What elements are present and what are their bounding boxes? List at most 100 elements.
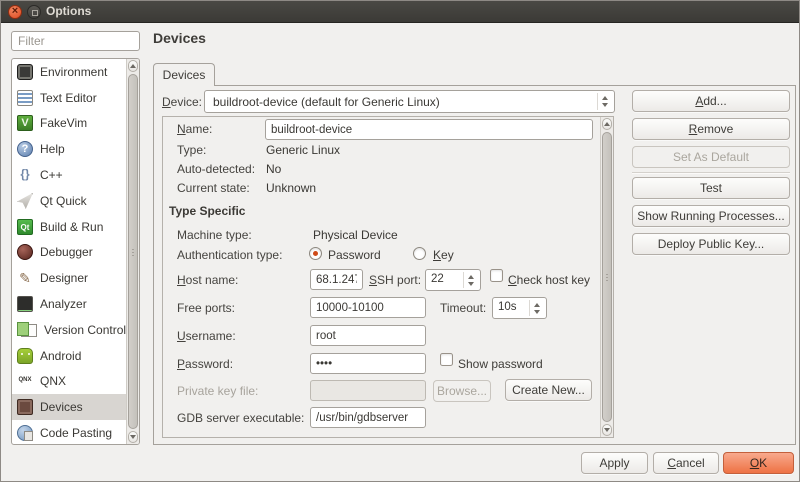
sidebar-item-code-pasting[interactable]: Code Pasting <box>12 420 128 445</box>
version-control-icon <box>21 324 37 337</box>
sidebar-item-label: QNX <box>40 374 66 388</box>
sidebar-item-label: Analyzer <box>40 297 87 311</box>
close-icon[interactable] <box>8 5 22 19</box>
cancel-button[interactable]: Cancel <box>653 452 719 474</box>
sidebar-item-label: FakeVim <box>40 116 87 130</box>
sidebar-item-label: Code Pasting <box>40 426 112 440</box>
sidebar-item-environment[interactable]: Environment <box>12 59 128 85</box>
authentication-type-label: Authentication type: <box>177 248 282 262</box>
add-button[interactable]: Add... <box>632 90 790 112</box>
apply-button[interactable]: Apply <box>581 452 648 474</box>
check-host-key-label[interactable]: Check host key <box>508 273 590 287</box>
timeout-spinbox[interactable]: 10s <box>492 297 547 319</box>
create-new-button[interactable]: Create New... <box>505 379 592 401</box>
device-combobox-value: buildroot-device (default for Generic Li… <box>213 95 440 109</box>
sidebar-item-build-run[interactable]: Build & Run <box>12 214 128 240</box>
titlebar[interactable]: Options <box>1 1 799 23</box>
sidebar-item-devices[interactable]: Devices <box>12 394 128 420</box>
sidebar-item-designer[interactable]: Designer <box>12 265 128 291</box>
deploy-public-key-button[interactable]: Deploy Public Key... <box>632 233 790 255</box>
sidebar-item-qt-quick[interactable]: Qt Quick <box>12 188 128 214</box>
qnx-icon <box>17 373 33 389</box>
help-icon <box>17 141 33 157</box>
scroll-down-icon[interactable] <box>602 424 612 436</box>
auto-detected-value: No <box>266 162 281 176</box>
sidebar-item-debugger[interactable]: Debugger <box>12 240 128 266</box>
cpp-icon <box>17 167 33 183</box>
scrollbar-thumb[interactable] <box>602 132 612 422</box>
username-input[interactable] <box>310 325 426 346</box>
ok-button[interactable]: OK <box>723 452 794 474</box>
sidebar-item-qnx[interactable]: QNX <box>12 369 128 395</box>
free-ports-input[interactable] <box>310 297 426 318</box>
host-name-label: Host name: <box>177 273 238 287</box>
window-title: Options <box>46 4 91 18</box>
sidebar-item-label: Text Editor <box>40 91 97 105</box>
maximize-icon[interactable] <box>27 5 41 19</box>
details-scrollbar[interactable] <box>600 117 613 437</box>
sidebar-item-analyzer[interactable]: Analyzer <box>12 291 128 317</box>
password-radio-label[interactable]: Password <box>328 248 381 262</box>
options-dialog: Options Devices Environment Text Editor Fa… <box>0 0 800 482</box>
category-items: Environment Text Editor FakeVim Help C++ Qt Q… <box>12 59 139 445</box>
designer-icon <box>17 270 33 286</box>
sidebar-item-text-editor[interactable]: Text Editor <box>12 85 128 111</box>
remove-button[interactable]: Remove <box>632 118 790 140</box>
environment-icon <box>17 64 33 80</box>
sidebar-item-help[interactable]: Help <box>12 136 128 162</box>
analyzer-icon <box>17 296 33 312</box>
sidebar-item-label: Version Control <box>44 323 126 337</box>
text-editor-icon <box>17 90 33 106</box>
device-label: Device: <box>162 95 202 109</box>
sidebar-item-label: C++ <box>40 168 63 182</box>
password-input[interactable] <box>310 353 426 374</box>
device-combobox[interactable]: buildroot-device (default for Generic Li… <box>204 90 615 113</box>
filter-input[interactable] <box>11 31 140 51</box>
sidebar-item-label: Devices <box>40 400 83 414</box>
ssh-port-label: SSH port: <box>369 273 421 287</box>
sidebar-item-c[interactable]: C++ <box>12 162 128 188</box>
password-radio[interactable] <box>309 247 322 260</box>
tab-devices[interactable]: Devices <box>153 63 215 86</box>
sidebar-item-label: Help <box>40 142 65 156</box>
type-specific-heading: Type Specific <box>169 204 245 218</box>
check-host-key-checkbox[interactable] <box>490 269 503 282</box>
qt-quick-icon <box>17 193 33 209</box>
devices-panel: Device: buildroot-device (default for Ge… <box>153 85 796 445</box>
type-label: Type: <box>177 143 206 157</box>
build-run-icon <box>17 219 33 235</box>
sidebar-item-fakevim[interactable]: FakeVim <box>12 111 128 137</box>
name-input[interactable] <box>265 119 593 140</box>
show-password-label[interactable]: Show password <box>458 357 543 371</box>
scroll-up-icon[interactable] <box>602 118 612 130</box>
key-radio-label[interactable]: Key <box>433 248 454 262</box>
gdb-server-executable-input[interactable] <box>310 407 426 428</box>
sidebar-item-label: Build & Run <box>40 220 103 234</box>
scrollbar-thumb[interactable] <box>128 74 138 429</box>
show-running-processes-button[interactable]: Show Running Processes... <box>632 205 790 227</box>
button-group-separator <box>632 172 790 173</box>
scroll-up-icon[interactable] <box>128 60 138 72</box>
fakevim-icon <box>17 115 33 131</box>
sidebar-scrollbar[interactable] <box>126 59 139 444</box>
name-label: Name: <box>177 122 212 136</box>
gdb-server-executable-label: GDB server executable: <box>177 411 304 425</box>
ssh-port-spinbox[interactable]: 22 <box>425 269 481 291</box>
current-state-label: Current state: <box>177 181 250 195</box>
sidebar-item-version-control[interactable]: Version Control <box>12 317 128 343</box>
test-button[interactable]: Test <box>632 177 790 199</box>
sidebar-item-label: Android <box>40 349 81 363</box>
type-value: Generic Linux <box>266 143 340 157</box>
key-radio[interactable] <box>413 247 426 260</box>
browse-button: Browse... <box>433 380 491 402</box>
spinner-arrows-icon[interactable] <box>463 272 478 288</box>
ssh-port-value: 22 <box>431 273 444 285</box>
host-name-input[interactable] <box>310 269 363 290</box>
machine-type-label: Machine type: <box>177 228 252 242</box>
show-password-checkbox[interactable] <box>440 353 453 366</box>
scroll-down-icon[interactable] <box>128 431 138 443</box>
spinner-arrows-icon[interactable] <box>529 300 544 316</box>
sidebar-item-android[interactable]: Android <box>12 343 128 369</box>
device-details-scroll: Name: Type: Generic Linux Auto-detected:… <box>162 116 614 438</box>
set-as-default-button: Set As Default <box>632 146 790 168</box>
